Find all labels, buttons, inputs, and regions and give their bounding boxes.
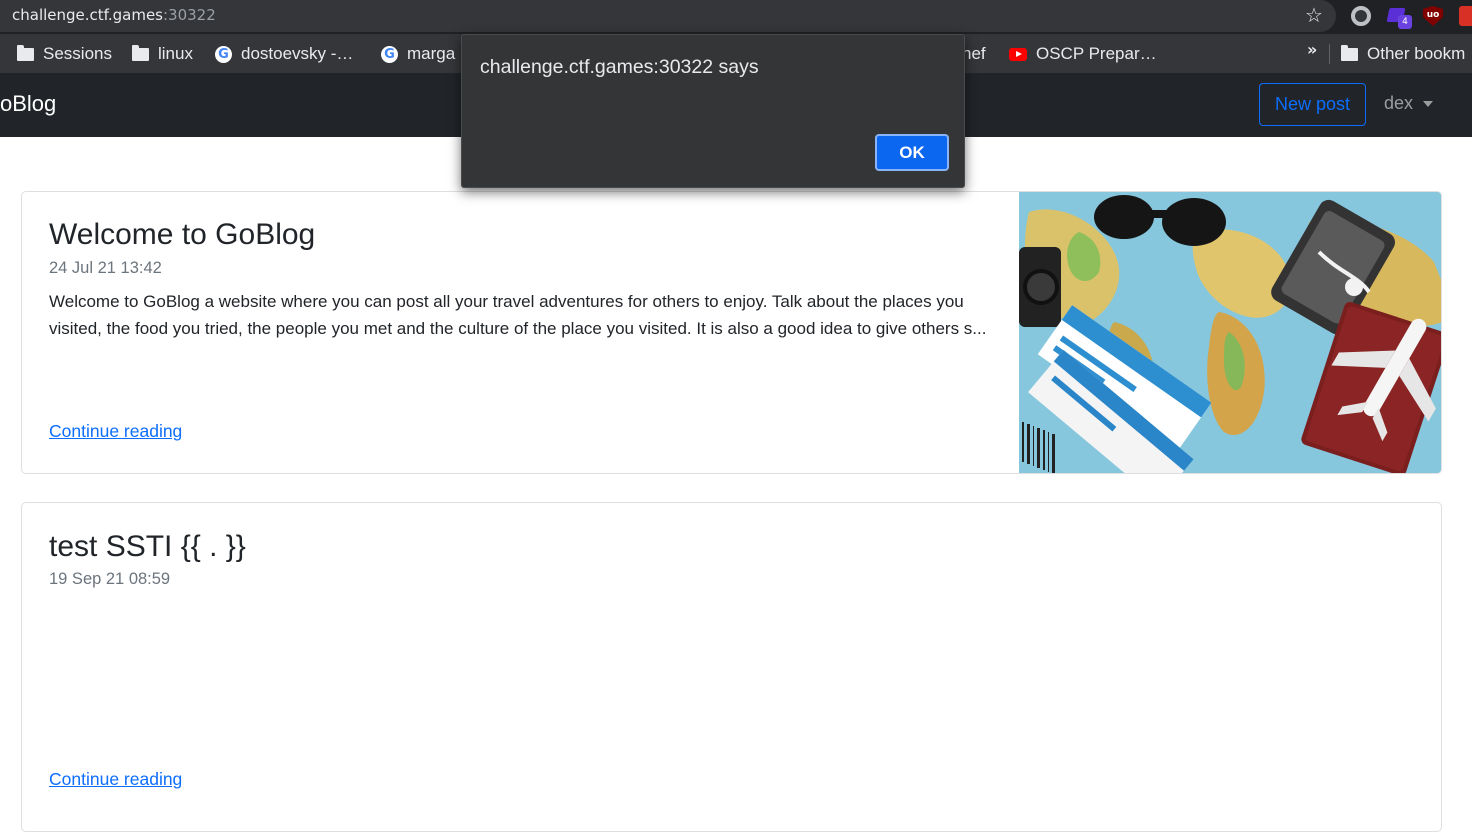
bookmark-label: Other bookm: [1367, 44, 1466, 63]
post-date: 19 Sep 21 08:59: [49, 570, 171, 588]
continue-reading-link[interactable]: Continue reading: [49, 769, 182, 790]
alert-title: challenge.ctf.games:30322 says: [480, 56, 759, 78]
bookmark-label: OSCP Prepar…: [1036, 44, 1157, 63]
site-brand[interactable]: oBlog: [0, 91, 56, 117]
bookmarks-divider: [1329, 44, 1330, 64]
post-title: Welcome to GoBlog: [49, 218, 316, 251]
browser-toolbar: challenge.ctf.games:30322 ☆ 4 uo: [0, 0, 1472, 34]
address-bar[interactable]: challenge.ctf.games:30322: [0, 0, 1336, 32]
alert-dialog: challenge.ctf.games:30322 says OK: [461, 34, 965, 188]
continue-reading-link[interactable]: Continue reading: [49, 421, 182, 442]
folder-icon: [1341, 44, 1358, 61]
ok-button[interactable]: OK: [875, 134, 949, 171]
post-card: Welcome to GoBlog 24 Jul 21 13:42 Welcom…: [21, 191, 1442, 474]
bookmark-sessions[interactable]: Sessions: [17, 43, 112, 65]
new-post-button[interactable]: New post: [1259, 83, 1366, 126]
post-title: test SSTI {{ . }}: [49, 530, 246, 563]
post-card: test SSTI {{ . }} 19 Sep 21 08:59 Contin…: [21, 502, 1442, 832]
google-icon: [381, 45, 398, 63]
bookmark-oscp[interactable]: OSCP Prepar…: [1009, 43, 1157, 65]
extension-purple-icon[interactable]: 4: [1386, 6, 1412, 29]
url-text[interactable]: challenge.ctf.games:30322: [12, 6, 216, 24]
user-dropdown[interactable]: dex: [1384, 93, 1434, 114]
bookmark-dostoevsky[interactable]: dostoevsky -…: [215, 43, 353, 65]
youtube-icon: [1009, 47, 1027, 61]
url-port: :30322: [163, 6, 216, 24]
post-date: 24 Jul 21 13:42: [49, 259, 162, 277]
user-name: dex: [1384, 93, 1414, 113]
bookmark-star-icon[interactable]: ☆: [1305, 3, 1323, 27]
url-host: challenge.ctf.games: [12, 6, 163, 24]
bookmark-label: hef: [962, 44, 986, 63]
bookmark-hef[interactable]: hef: [962, 43, 986, 65]
post-excerpt: Welcome to GoBlog a website where you ca…: [49, 292, 987, 338]
post-thumbnail-image: [1019, 192, 1441, 473]
bookmark-label: linux: [158, 44, 193, 63]
bookmark-label: dostoevsky -…: [241, 44, 354, 63]
extension-red-icon[interactable]: [1459, 6, 1472, 26]
bookmark-label: Sessions: [43, 44, 112, 63]
bookmarks-overflow-icon[interactable]: »: [1307, 40, 1317, 59]
google-icon: [215, 45, 232, 63]
caret-down-icon: [1423, 100, 1434, 107]
extension-badge: 4: [1398, 15, 1412, 29]
extension-circle-icon[interactable]: [1351, 6, 1371, 26]
folder-icon: [132, 44, 149, 61]
ublock-icon[interactable]: uo: [1423, 6, 1443, 26]
bookmark-marga[interactable]: marga: [381, 43, 455, 65]
bookmark-label: marga: [407, 44, 456, 63]
bookmark-other[interactable]: Other bookm: [1341, 43, 1465, 65]
folder-icon: [17, 44, 34, 61]
bookmark-linux[interactable]: linux: [132, 43, 193, 65]
